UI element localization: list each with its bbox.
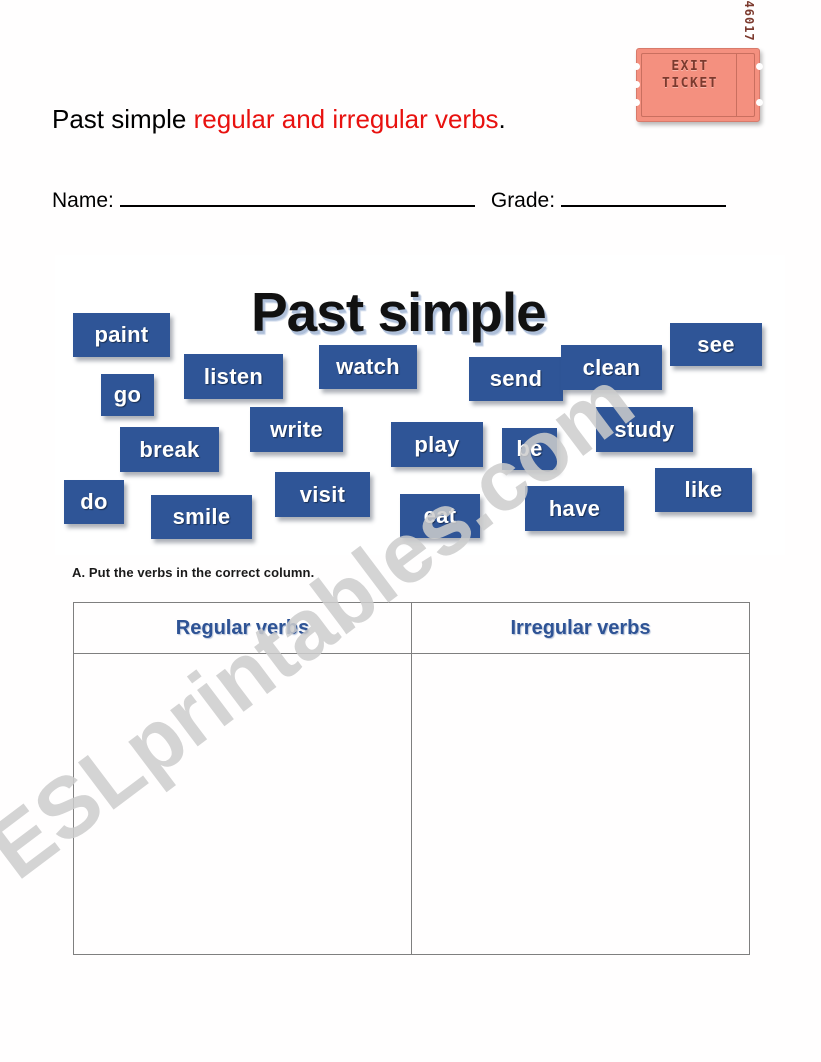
verb-tile-watch: watch — [319, 345, 417, 389]
verb-tile-be: be — [502, 428, 557, 470]
verb-tile-write: write — [250, 407, 343, 452]
verb-tile-go: go — [101, 374, 154, 416]
ticket-notch-icon — [756, 63, 763, 70]
verb-tile-do: do — [64, 480, 124, 524]
ticket-line-2: TICKET — [662, 76, 718, 91]
column-header-regular: Regular verbs — [73, 602, 412, 654]
page-title-red: regular and irregular verbs — [193, 104, 499, 134]
grade-input-line[interactable] — [561, 188, 727, 207]
ticket-notch-icon — [633, 63, 640, 70]
verb-tile-play: play — [391, 422, 483, 467]
exit-ticket-graphic: EXIT TICKET 146017 — [628, 0, 768, 134]
answer-cell-regular[interactable] — [73, 653, 412, 955]
verb-tile-listen: listen — [184, 354, 283, 399]
verb-tile-visit: visit — [275, 472, 370, 517]
verb-cloud-image: Past simple paint go listen watch send clean s… — [55, 255, 785, 555]
verb-tile-like: like — [655, 468, 752, 512]
page-title: Past simple regular and irregular verbs. — [52, 104, 506, 135]
ticket-serial-number: 146017 — [742, 0, 756, 42]
ticket-notch-icon — [756, 99, 763, 106]
column-header-irregular: Irregular verbs — [411, 602, 750, 654]
ticket-notch-icon — [633, 99, 640, 106]
verb-tile-see: see — [670, 323, 762, 366]
name-input-line[interactable] — [119, 188, 475, 207]
ticket-body: EXIT TICKET 146017 — [633, 0, 763, 122]
verb-sorting-table: Regular verbs Irregular verbs — [73, 602, 750, 955]
answer-cell-irregular[interactable] — [411, 653, 750, 955]
page-title-period: . — [498, 104, 506, 134]
verb-tile-send: send — [469, 357, 563, 401]
verb-tile-eat: eat — [400, 494, 480, 538]
verb-tile-break: break — [120, 427, 219, 472]
cloud-heading: Past simple — [251, 281, 547, 343]
table-header-row: Regular verbs Irregular verbs — [73, 602, 750, 654]
ticket-text: EXIT TICKET — [643, 58, 737, 92]
name-label: Name: — [52, 189, 114, 212]
verb-tile-study: study — [596, 407, 693, 452]
ticket-line-1: EXIT — [671, 59, 709, 74]
verb-tile-paint: paint — [73, 313, 170, 357]
student-info-line: Name: Grade: — [52, 188, 772, 213]
grade-label: Grade: — [490, 189, 556, 212]
worksheet-page: EXIT TICKET 146017 Past simple regular a… — [0, 0, 821, 1062]
table-row — [73, 653, 750, 955]
ticket-notch-icon — [633, 81, 640, 88]
task-instruction: A. Put the verbs in the correct column. — [72, 565, 315, 580]
page-title-black: Past simple — [52, 104, 194, 134]
verb-tile-clean: clean — [561, 345, 662, 390]
verb-tile-have: have — [525, 486, 624, 531]
verb-tile-smile: smile — [151, 495, 252, 539]
